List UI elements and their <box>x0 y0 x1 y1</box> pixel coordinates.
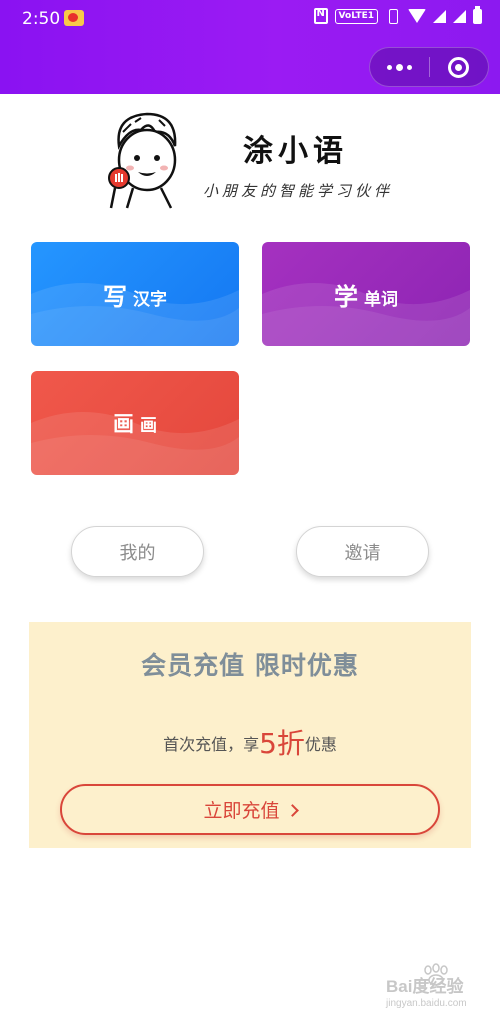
card-title: 写 汉字 <box>103 277 167 312</box>
discount-number: 5 <box>259 727 277 760</box>
signal-icon <box>453 9 466 23</box>
promo-sub-prefix: 首次充值，享 <box>163 735 260 754</box>
card-main-label: 画 <box>113 412 134 436</box>
write-chinese-card[interactable]: 写 汉字 <box>31 242 239 346</box>
app-name: 涂小语 <box>243 134 348 169</box>
status-icons: VoLTE1 <box>313 5 482 24</box>
top-bar: 2:50 VoLTE1 <box>0 0 500 94</box>
draw-card[interactable]: 画 画 <box>31 371 239 475</box>
recharge-now-button[interactable]: 立即充值 <box>60 784 440 835</box>
mascot-icon <box>107 108 185 210</box>
more-dots-icon <box>395 63 403 71</box>
card-main-label: 学 <box>334 282 358 311</box>
promo-subtitle: 首次充值，享5折优惠 <box>29 722 471 762</box>
vibrate-icon <box>385 8 401 24</box>
card-sub-label: 单词 <box>364 289 398 310</box>
volte-badge: VoLTE1 <box>334 8 378 24</box>
watermark-url: jingyan.baidu.com <box>385 998 467 1009</box>
more-button[interactable] <box>370 48 429 86</box>
baidu-jingyan-watermark: Bai度经验 jingyan.baidu.com <box>385 963 467 1009</box>
watermark-brand: Bai度经验 <box>386 976 464 996</box>
my-profile-button[interactable]: 我的 <box>71 526 204 577</box>
card-title: 画 画 <box>113 408 157 438</box>
nfc-icon <box>313 8 328 24</box>
status-time: 2:50 <box>22 9 61 29</box>
more-dots-icon <box>386 64 392 70</box>
card-main-label: 写 <box>103 282 127 311</box>
promo-title: 会员充值 限时优惠 <box>141 651 359 680</box>
signal-icon <box>433 9 446 23</box>
miniprogram-capsule <box>369 47 489 87</box>
invite-button[interactable]: 邀请 <box>296 526 429 577</box>
learn-words-card[interactable]: 学 单词 <box>262 242 470 346</box>
recharge-now-label: 立即充值 <box>203 800 280 822</box>
card-title: 学 单词 <box>334 277 398 312</box>
target-close-icon <box>448 56 470 78</box>
app-slogan: 小朋友的智能学习伙伴 <box>203 182 394 200</box>
weibo-icon <box>64 10 84 26</box>
promo-sub-suffix: 优惠 <box>304 735 337 754</box>
discount-char: 折 <box>276 727 305 760</box>
card-sub-label: 画 <box>140 416 157 436</box>
card-sub-label: 汉字 <box>133 289 167 310</box>
battery-icon <box>473 5 482 24</box>
more-dots-icon <box>406 64 412 70</box>
membership-promo: 会员充值 限时优惠 首次充值，享5折优惠 立即充值 <box>29 622 471 848</box>
close-miniprogram-button[interactable] <box>429 48 488 86</box>
wifi-icon <box>408 9 426 23</box>
chevron-right-icon <box>285 803 299 817</box>
app-logo: 涂小语 小朋友的智能学习伙伴 <box>105 108 415 210</box>
